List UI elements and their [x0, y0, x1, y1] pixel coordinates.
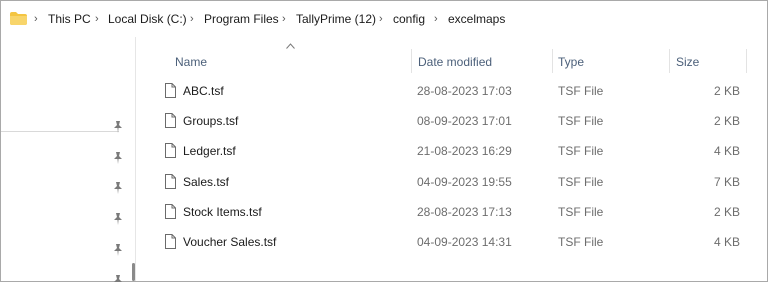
explorer-window: › This PC › Local Disk (C:) › Program Fi…	[0, 0, 768, 282]
breadcrumb-program-files[interactable]: Program Files	[204, 11, 279, 27]
file-type: TSF File	[558, 175, 604, 189]
file-size: 2 KB	[713, 84, 740, 98]
nav-divider	[1, 131, 119, 132]
pin-icon[interactable]	[113, 152, 123, 164]
file-date: 04-09-2023 19:55	[417, 175, 512, 189]
file-type: TSF File	[558, 235, 604, 249]
column-header-type[interactable]: Type	[558, 54, 584, 70]
column-divider[interactable]	[411, 49, 412, 73]
address-bar[interactable]: › This PC › Local Disk (C:) › Program Fi…	[1, 1, 767, 37]
file-date: 28-08-2023 17:13	[417, 205, 512, 219]
file-icon	[165, 204, 176, 219]
file-date: 21-08-2023 16:29	[417, 144, 512, 158]
file-row[interactable]: Voucher Sales.tsf 04-09-2023 14:31 TSF F…	[161, 227, 747, 257]
file-icon	[165, 174, 176, 189]
file-type: TSF File	[558, 144, 604, 158]
file-date: 04-09-2023 14:31	[417, 235, 512, 249]
pin-icon[interactable]	[113, 121, 123, 133]
file-name: Stock Items.tsf	[183, 205, 262, 219]
file-row[interactable]: Sales.tsf 04-09-2023 19:55 TSF File 7 KB	[161, 167, 747, 197]
file-name: ABC.tsf	[183, 84, 224, 98]
column-header-size[interactable]: Size	[676, 54, 699, 70]
file-icon	[165, 83, 176, 98]
breadcrumb-tallyprime[interactable]: TallyPrime (12)	[296, 11, 376, 27]
pin-icon[interactable]	[113, 273, 123, 285]
file-size: 4 KB	[713, 235, 740, 249]
file-date: 08-09-2023 17:01	[417, 114, 512, 128]
breadcrumb-config[interactable]: config	[393, 11, 425, 27]
file-type: TSF File	[558, 84, 604, 98]
file-name: Groups.tsf	[183, 114, 239, 128]
breadcrumb-excelmaps[interactable]: excelmaps	[448, 11, 505, 27]
file-name: Voucher Sales.tsf	[183, 235, 277, 249]
file-size: 7 KB	[713, 175, 740, 189]
file-type: TSF File	[558, 205, 604, 219]
column-header-date[interactable]: Date modified	[418, 54, 492, 70]
column-divider[interactable]	[746, 49, 747, 73]
pin-icon[interactable]	[113, 182, 123, 194]
file-size: 2 KB	[713, 114, 740, 128]
pane-divider[interactable]	[135, 37, 136, 281]
column-divider[interactable]	[552, 49, 553, 73]
file-size: 4 KB	[713, 144, 740, 158]
file-row[interactable]: Groups.tsf 08-09-2023 17:01 TSF File 2 K…	[161, 106, 747, 136]
chevron-right-icon[interactable]: ›	[34, 11, 38, 27]
chevron-right-icon[interactable]: ›	[434, 11, 438, 27]
file-row[interactable]: Stock Items.tsf 28-08-2023 17:13 TSF Fil…	[161, 197, 747, 227]
chevron-right-icon[interactable]: ›	[190, 11, 194, 27]
sort-up-icon	[286, 43, 295, 49]
file-name: Sales.tsf	[183, 175, 230, 189]
file-row[interactable]: ABC.tsf 28-08-2023 17:03 TSF File 2 KB	[161, 76, 747, 106]
file-size: 2 KB	[713, 205, 740, 219]
column-divider[interactable]	[669, 49, 670, 73]
column-header-name[interactable]: Name	[175, 54, 207, 70]
pin-icon[interactable]	[113, 213, 123, 225]
file-icon	[165, 234, 176, 249]
folder-icon	[10, 12, 27, 25]
chevron-right-icon[interactable]: ›	[379, 11, 383, 27]
file-type: TSF File	[558, 114, 604, 128]
file-row[interactable]: Ledger.tsf 21-08-2023 16:29 TSF File 4 K…	[161, 136, 747, 166]
file-icon	[165, 113, 176, 128]
file-icon	[165, 143, 176, 158]
navigation-pane	[1, 37, 135, 282]
file-name: Ledger.tsf	[183, 144, 236, 158]
chevron-right-icon[interactable]: ›	[95, 11, 99, 27]
breadcrumb-this-pc[interactable]: This PC	[48, 11, 91, 27]
file-date: 28-08-2023 17:03	[417, 84, 512, 98]
pin-icon[interactable]	[113, 244, 123, 256]
chevron-right-icon[interactable]: ›	[282, 11, 286, 27]
breadcrumb-local-disk[interactable]: Local Disk (C:)	[108, 11, 187, 27]
